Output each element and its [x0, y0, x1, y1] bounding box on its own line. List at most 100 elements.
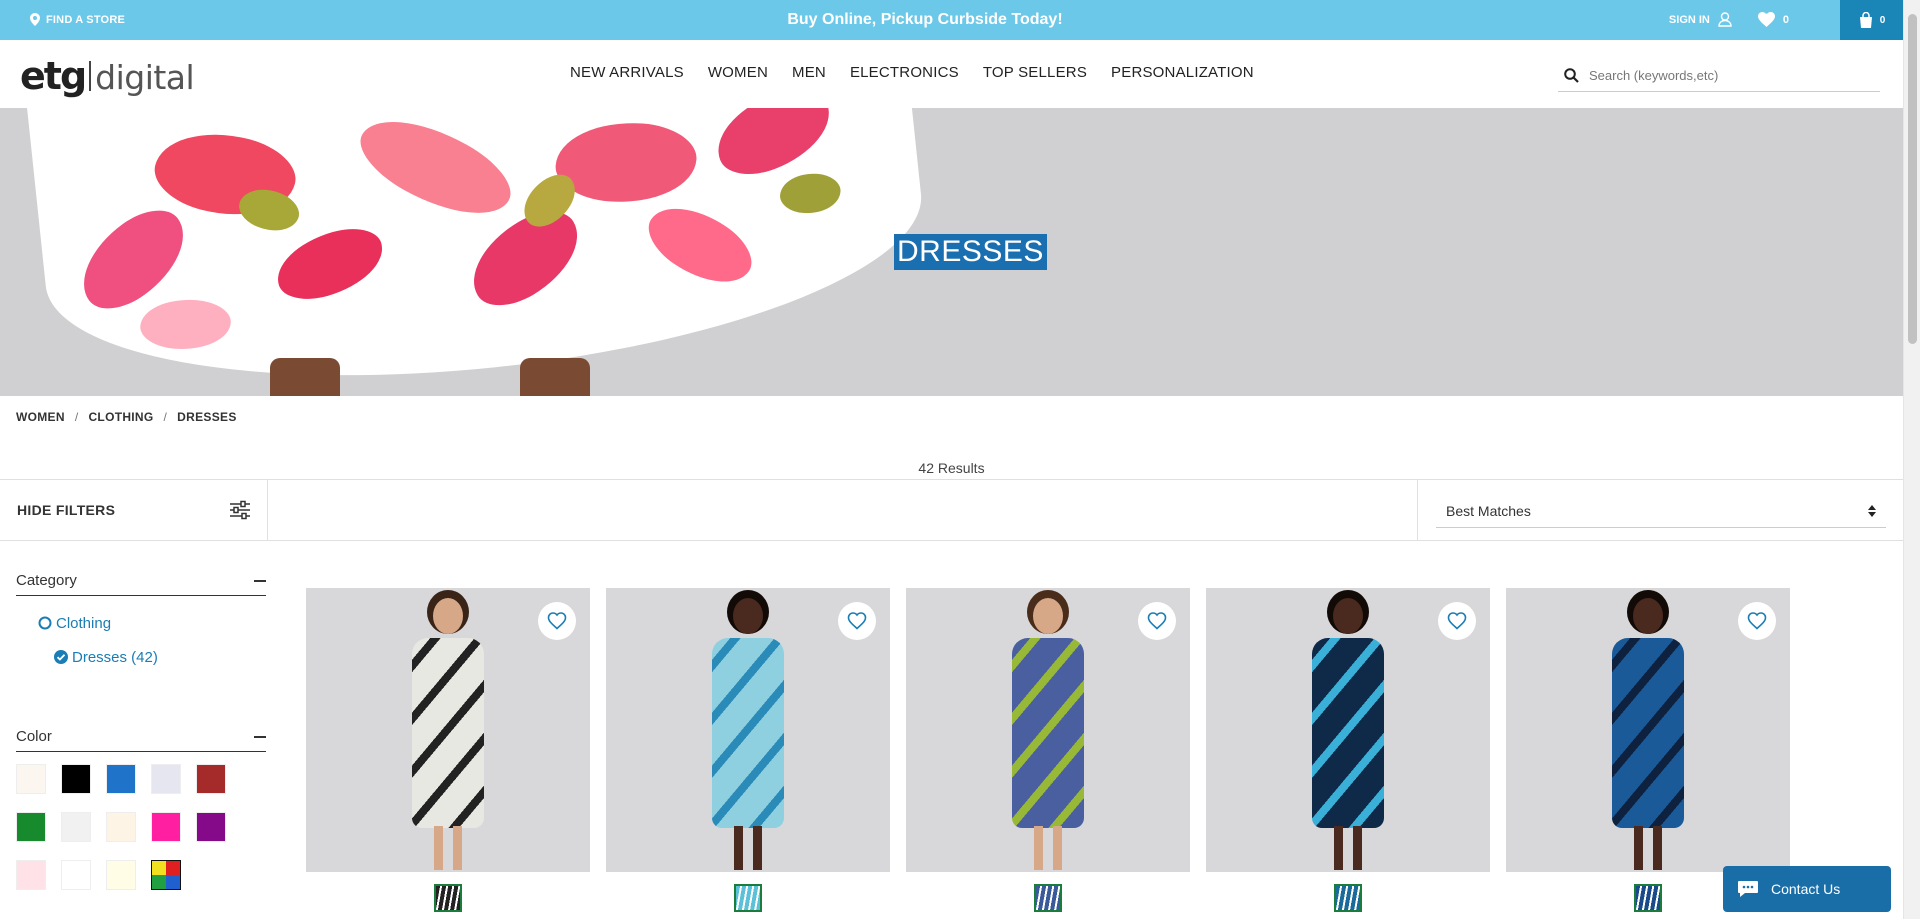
wishlist-button[interactable]	[1138, 602, 1176, 640]
sort-select[interactable]: Best Matches	[1436, 494, 1886, 528]
check-circle-icon	[54, 650, 68, 664]
color-swatch[interactable]	[16, 764, 46, 794]
category-option-clothing[interactable]: Clothing	[38, 606, 266, 640]
color-variant-thumb[interactable]	[734, 884, 762, 912]
hero-dress-image	[25, 108, 935, 396]
color-swatch[interactable]	[61, 812, 91, 842]
logo-digital: digital	[95, 58, 195, 97]
model-figure	[1312, 590, 1384, 870]
nav-men[interactable]: MEN	[792, 64, 826, 81]
nav-personalization[interactable]: PERSONALIZATION	[1111, 64, 1254, 81]
hide-filters-button[interactable]: HIDE FILTERS	[0, 480, 268, 540]
category-facet: Category Clothing Dresses (42)	[16, 566, 266, 674]
model-figure	[1612, 590, 1684, 870]
site-header: etg digital NEW ARRIVALS WOMEN MEN ELECT…	[0, 40, 1903, 108]
heart-outline-icon	[847, 612, 867, 630]
shopping-bag-icon	[1859, 12, 1872, 28]
product-image[interactable]	[1506, 588, 1790, 872]
wishlist-button[interactable]	[1438, 602, 1476, 640]
product-card[interactable]	[306, 588, 590, 912]
color-swatch[interactable]	[151, 860, 181, 890]
nav-electronics[interactable]: ELECTRONICS	[850, 64, 959, 81]
wishlist-button[interactable]	[838, 602, 876, 640]
color-swatch-grid	[16, 764, 266, 890]
wishlist-button[interactable]	[1738, 602, 1776, 640]
search-icon[interactable]	[1564, 68, 1579, 83]
cart-button[interactable]: 0	[1840, 0, 1903, 40]
results-count: 42 Results	[918, 460, 985, 476]
breadcrumb: WOMEN / CLOTHING / DRESSES	[16, 410, 237, 424]
search-input[interactable]	[1589, 68, 1869, 83]
color-facet-title: Color	[16, 728, 52, 745]
product-image[interactable]	[606, 588, 890, 872]
product-card[interactable]	[906, 588, 1190, 912]
color-variant-thumb[interactable]	[1334, 884, 1362, 912]
color-facet-header[interactable]: Color	[16, 722, 266, 752]
nav-top-sellers[interactable]: TOP SELLERS	[983, 64, 1087, 81]
color-swatch[interactable]	[61, 764, 91, 794]
breadcrumb-dresses[interactable]: DRESSES	[177, 410, 236, 424]
model-figure	[412, 590, 484, 870]
chat-bubble-icon	[1738, 881, 1758, 897]
sliders-icon	[230, 500, 250, 520]
main-nav: NEW ARRIVALS WOMEN MEN ELECTRONICS TOP S…	[570, 64, 1254, 81]
product-card[interactable]	[606, 588, 890, 912]
color-facet: Color	[16, 722, 266, 890]
page-scrollbar[interactable]	[1903, 0, 1920, 919]
color-swatch[interactable]	[106, 860, 136, 890]
color-swatch[interactable]	[196, 764, 226, 794]
collapse-icon	[254, 579, 266, 582]
model-figure	[712, 590, 784, 870]
heart-outline-icon	[1747, 612, 1767, 630]
logo-etg: etg	[20, 54, 87, 98]
hide-filters-label: HIDE FILTERS	[17, 502, 116, 518]
breadcrumb-women[interactable]: WOMEN	[16, 410, 65, 424]
contact-us-button[interactable]: Contact Us	[1723, 866, 1891, 912]
color-swatch[interactable]	[196, 812, 226, 842]
contact-us-label: Contact Us	[1771, 881, 1841, 897]
collapse-icon	[254, 735, 266, 738]
color-swatch[interactable]	[16, 812, 46, 842]
user-icon[interactable]	[1718, 12, 1732, 27]
sort-arrows-icon	[1868, 504, 1876, 517]
nav-new-arrivals[interactable]: NEW ARRIVALS	[570, 64, 684, 81]
product-image[interactable]	[906, 588, 1190, 872]
sign-in-link[interactable]: SIGN IN	[1669, 14, 1710, 26]
color-swatch[interactable]	[106, 812, 136, 842]
heart-outline-icon	[1147, 612, 1167, 630]
promo-banner: FIND A STORE Buy Online, Pickup Curbside…	[0, 0, 1903, 40]
radio-unchecked-icon	[38, 616, 52, 630]
cart-count: 0	[1879, 14, 1886, 26]
category-option-label: Dresses (42)	[72, 648, 158, 666]
product-card[interactable]	[1206, 588, 1490, 912]
category-hero-banner: DRESSES	[0, 108, 1903, 396]
wishlist-count: 0	[1782, 13, 1789, 26]
breadcrumb-clothing[interactable]: CLOTHING	[88, 410, 153, 424]
heart-icon[interactable]	[1757, 12, 1775, 27]
promo-text[interactable]: Buy Online, Pickup Curbside Today!	[0, 11, 1850, 29]
color-swatch[interactable]	[151, 764, 181, 794]
category-option-label: Clothing	[56, 614, 112, 632]
category-option-dresses[interactable]: Dresses (42)	[38, 640, 266, 674]
logo-divider	[89, 61, 92, 91]
color-variant-thumb[interactable]	[1634, 884, 1662, 912]
filter-toolbar: HIDE FILTERS Best Matches	[0, 479, 1903, 541]
heart-outline-icon	[1447, 612, 1467, 630]
color-variant-thumb[interactable]	[1034, 884, 1062, 912]
nav-women[interactable]: WOMEN	[708, 64, 768, 81]
site-logo[interactable]: etg digital	[20, 54, 195, 98]
search-box	[1558, 60, 1880, 92]
color-variant-thumb[interactable]	[434, 884, 462, 912]
product-image[interactable]	[306, 588, 590, 872]
category-facet-title: Category	[16, 572, 77, 589]
page-title: DRESSES	[894, 234, 1047, 270]
product-image[interactable]	[1206, 588, 1490, 872]
wishlist-button[interactable]	[538, 602, 576, 640]
category-facet-header[interactable]: Category	[16, 566, 266, 596]
color-swatch[interactable]	[106, 764, 136, 794]
product-card[interactable]	[1506, 588, 1790, 912]
sort-value: Best Matches	[1446, 502, 1531, 519]
color-swatch[interactable]	[61, 860, 91, 890]
color-swatch[interactable]	[16, 860, 46, 890]
color-swatch[interactable]	[151, 812, 181, 842]
